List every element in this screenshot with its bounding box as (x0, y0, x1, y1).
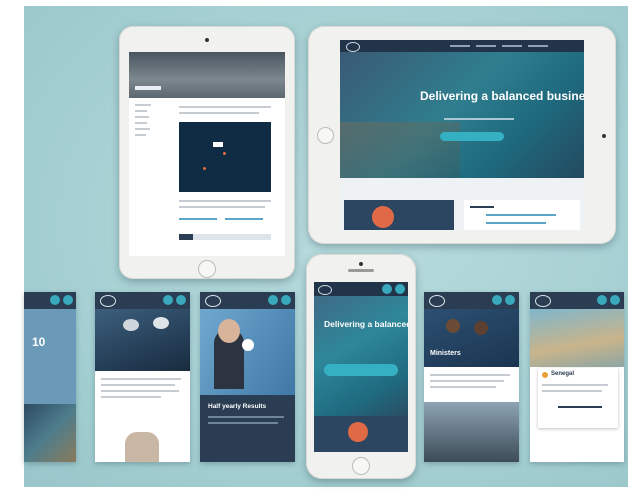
hero-heading: Delivering a balanced business (420, 89, 584, 103)
link-line[interactable] (179, 218, 217, 220)
map-marker-label (213, 142, 223, 147)
map-panel[interactable] (179, 122, 271, 192)
badge (348, 422, 368, 442)
content-section (340, 178, 584, 230)
card-caption: Ministers (430, 350, 461, 357)
feature-card[interactable] (344, 200, 454, 230)
workers-image (95, 309, 190, 371)
map-marker[interactable] (223, 152, 226, 155)
feature-card[interactable] (314, 416, 408, 452)
home-button[interactable] (317, 127, 334, 144)
text-line (179, 106, 271, 108)
hero-cta-button[interactable] (324, 364, 398, 376)
mobile-card-5[interactable]: Ministers (424, 292, 519, 462)
mobile-card-6[interactable]: Senegal (530, 292, 624, 462)
card-number: 10 (32, 335, 46, 349)
search-icon[interactable] (382, 284, 392, 294)
logo[interactable] (318, 285, 332, 295)
phone: Delivering a balanced business (306, 254, 416, 479)
card-caption: Half yearly Results (208, 403, 267, 410)
phone-screen: Delivering a balanced business (314, 282, 408, 452)
tablet-camera (205, 38, 209, 42)
side-nav (135, 104, 157, 184)
hero-image: Delivering a balanced business (314, 296, 408, 416)
hero-cta-button[interactable] (440, 132, 504, 141)
mobile-card-2[interactable] (95, 292, 190, 462)
mobile-card-1[interactable]: 10 (24, 292, 76, 462)
top-nav (314, 282, 408, 296)
tablet-portrait-screen (129, 52, 285, 256)
link-line[interactable] (486, 222, 546, 224)
link-line[interactable] (225, 218, 263, 220)
logo[interactable] (346, 42, 360, 52)
mobile-card-3[interactable]: Half yearly Results (200, 292, 295, 462)
mockup-backdrop: Delivering a balanced business 10 Half y… (24, 6, 628, 487)
home-button[interactable] (198, 260, 216, 278)
table-header (179, 234, 271, 240)
tablet-camera (602, 134, 606, 138)
hero-image: Delivering a balanced business (340, 52, 584, 178)
hero-heading: Delivering a balanced business (324, 319, 408, 329)
phone-speaker (348, 269, 374, 272)
video-image (200, 309, 295, 395)
home-button[interactable] (352, 457, 370, 475)
badge (372, 206, 394, 228)
tablet-landscape: Delivering a balanced business (308, 26, 616, 244)
hero-image (129, 52, 285, 98)
play-icon[interactable] (242, 339, 254, 351)
location-popup: Senegal (538, 368, 618, 428)
aerial-image (530, 309, 624, 367)
portrait-photo (125, 432, 159, 462)
tablet-landscape-screen: Delivering a balanced business (340, 40, 584, 230)
link-line[interactable] (486, 214, 556, 216)
menu-icon[interactable] (395, 284, 405, 294)
top-nav (340, 40, 584, 52)
tablet-portrait (119, 26, 295, 279)
link-card (464, 200, 580, 230)
phone-camera (359, 262, 363, 266)
text-line (179, 112, 259, 114)
popup-link[interactable] (558, 406, 602, 408)
map-marker[interactable] (203, 167, 206, 170)
ministers-image (424, 309, 519, 367)
location-label: Senegal (551, 371, 575, 377)
pin-icon (542, 372, 548, 378)
industrial-image (424, 402, 519, 462)
hero-caption (135, 86, 161, 90)
